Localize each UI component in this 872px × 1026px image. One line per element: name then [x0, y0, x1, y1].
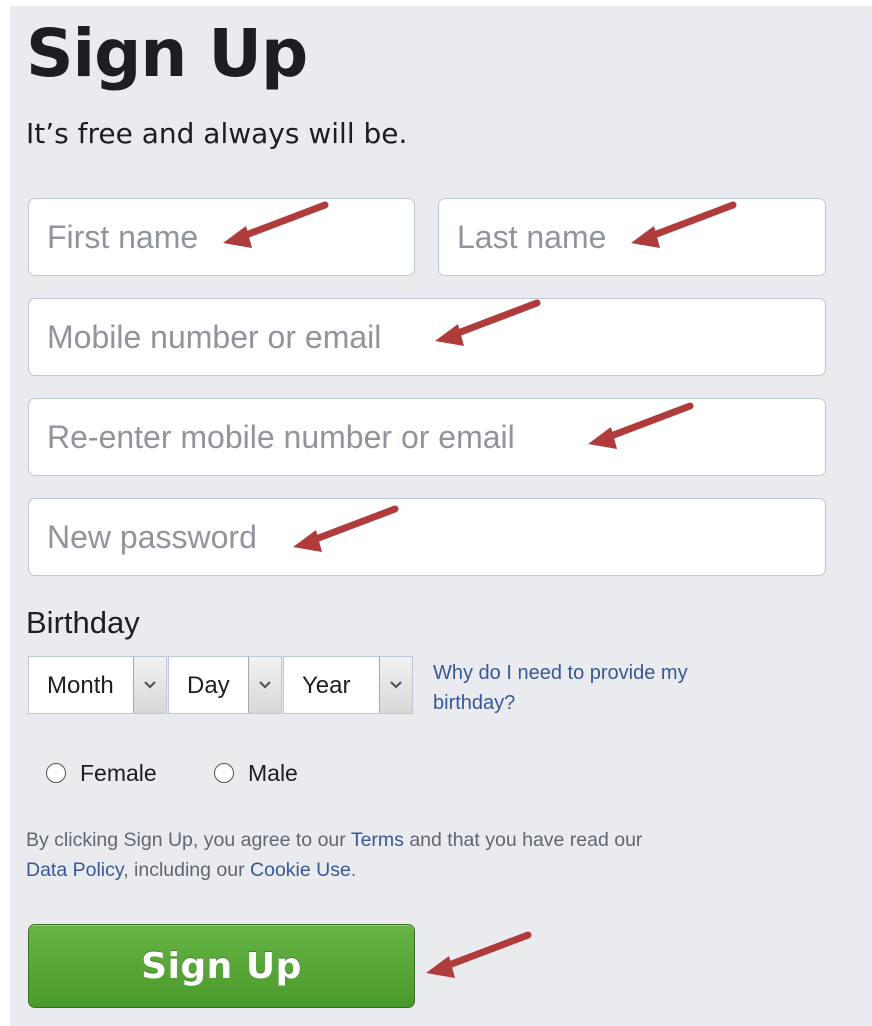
- gender-option-male[interactable]: Male: [214, 757, 298, 789]
- cookie-use-link[interactable]: Cookie Use: [250, 859, 351, 881]
- day-select[interactable]: Day: [168, 656, 282, 714]
- legal-text-4: .: [350, 859, 357, 881]
- birthday-label: Birthday: [26, 605, 140, 640]
- legal-text-2: and that you have read our: [403, 829, 643, 851]
- page-subtitle: It’s free and always will be.: [26, 117, 408, 150]
- year-select-value: Year: [302, 672, 351, 699]
- chevron-down-icon[interactable]: [248, 657, 281, 713]
- male-radio[interactable]: [214, 763, 234, 783]
- data-policy-link[interactable]: Data Policy: [26, 859, 123, 881]
- mobile-or-email-field[interactable]: [28, 298, 826, 376]
- why-birthday-link[interactable]: Why do I need to provide my birthday?: [433, 658, 753, 718]
- first-name-field[interactable]: [28, 198, 415, 276]
- reenter-mobile-or-email-field[interactable]: [28, 398, 826, 476]
- chevron-down-icon[interactable]: [379, 657, 412, 713]
- legal-notice: By clicking Sign Up, you agree to our Te…: [26, 825, 666, 885]
- legal-text-1: By clicking Sign Up, you agree to our: [26, 829, 351, 851]
- female-label: Female: [80, 759, 157, 786]
- last-name-field[interactable]: [438, 198, 826, 276]
- month-select[interactable]: Month: [28, 656, 167, 714]
- month-select-value: Month: [47, 672, 114, 699]
- new-password-field[interactable]: [28, 498, 826, 576]
- male-label: Male: [248, 759, 298, 786]
- legal-text-3: , including our: [123, 859, 251, 881]
- sign-up-button[interactable]: Sign Up: [28, 924, 415, 1008]
- chevron-down-icon[interactable]: [133, 657, 166, 713]
- female-radio[interactable]: [46, 763, 66, 783]
- year-select[interactable]: Year: [283, 656, 413, 714]
- terms-link[interactable]: Terms: [351, 829, 404, 851]
- page-title: Sign Up: [26, 15, 308, 92]
- day-select-value: Day: [187, 672, 230, 699]
- gender-option-female[interactable]: Female: [46, 757, 157, 789]
